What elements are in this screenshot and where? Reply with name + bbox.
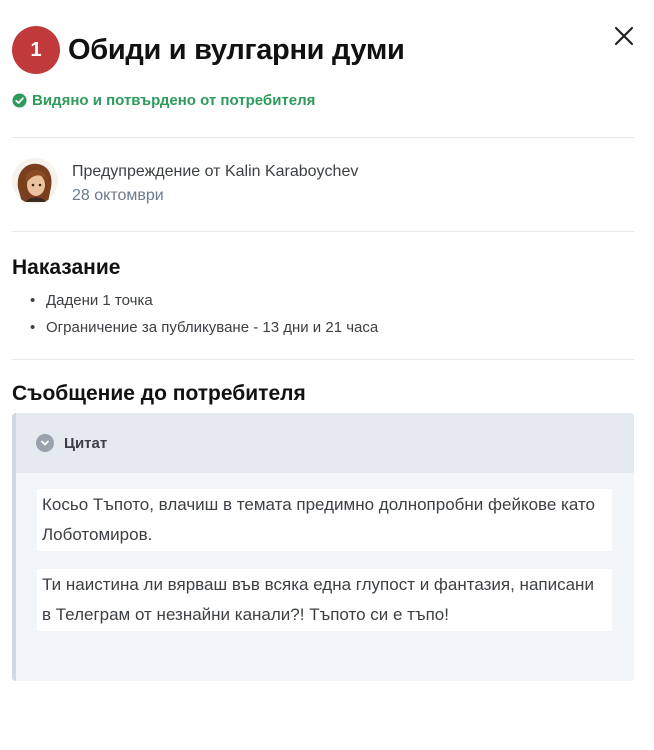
- close-icon: [614, 26, 634, 46]
- message-heading: Съобщение до потребителя: [12, 382, 306, 405]
- quote-header[interactable]: Цитат: [16, 413, 634, 473]
- warning-count-badge: 1: [12, 26, 60, 74]
- punishment-heading: Наказание: [12, 256, 121, 279]
- close-button[interactable]: [612, 24, 636, 48]
- warning-meta: Предупреждение от Kalin Karaboychev 28 о…: [12, 158, 358, 208]
- quote-block: Цитат Косьо Тъпото, влачиш в темата пред…: [12, 413, 634, 681]
- page-title: Обиди и вулгарни думи: [68, 33, 405, 66]
- list-item: Ограничение за публикуване - 13 дни и 21…: [30, 314, 378, 341]
- warning-author: Предупреждение от Kalin Karaboychev: [72, 163, 359, 180]
- avatar[interactable]: [12, 158, 58, 204]
- chevron-down-icon: [36, 434, 54, 452]
- divider: [12, 359, 634, 360]
- quote-paragraph: Косьо Тъпото, влачиш в темата предимно д…: [37, 489, 612, 551]
- status-line: Видяно и потвърдено от потребителя: [12, 92, 315, 109]
- divider: [12, 231, 634, 232]
- status-text: Видяно и потвърдено от потребителя: [32, 92, 316, 109]
- quote-label: Цитат: [64, 434, 108, 452]
- punishment-list: Дадени 1 точка Ограничение за публикуван…: [30, 287, 378, 341]
- divider: [12, 137, 634, 138]
- check-circle-icon: [12, 93, 27, 108]
- quote-paragraph: Ти наистина ли вярваш във всяка една глу…: [37, 569, 612, 631]
- list-item: Дадени 1 точка: [30, 287, 378, 314]
- warning-header: 1 Обиди и вулгарни думи: [12, 26, 405, 74]
- warning-date[interactable]: 28 октомври: [72, 184, 358, 208]
